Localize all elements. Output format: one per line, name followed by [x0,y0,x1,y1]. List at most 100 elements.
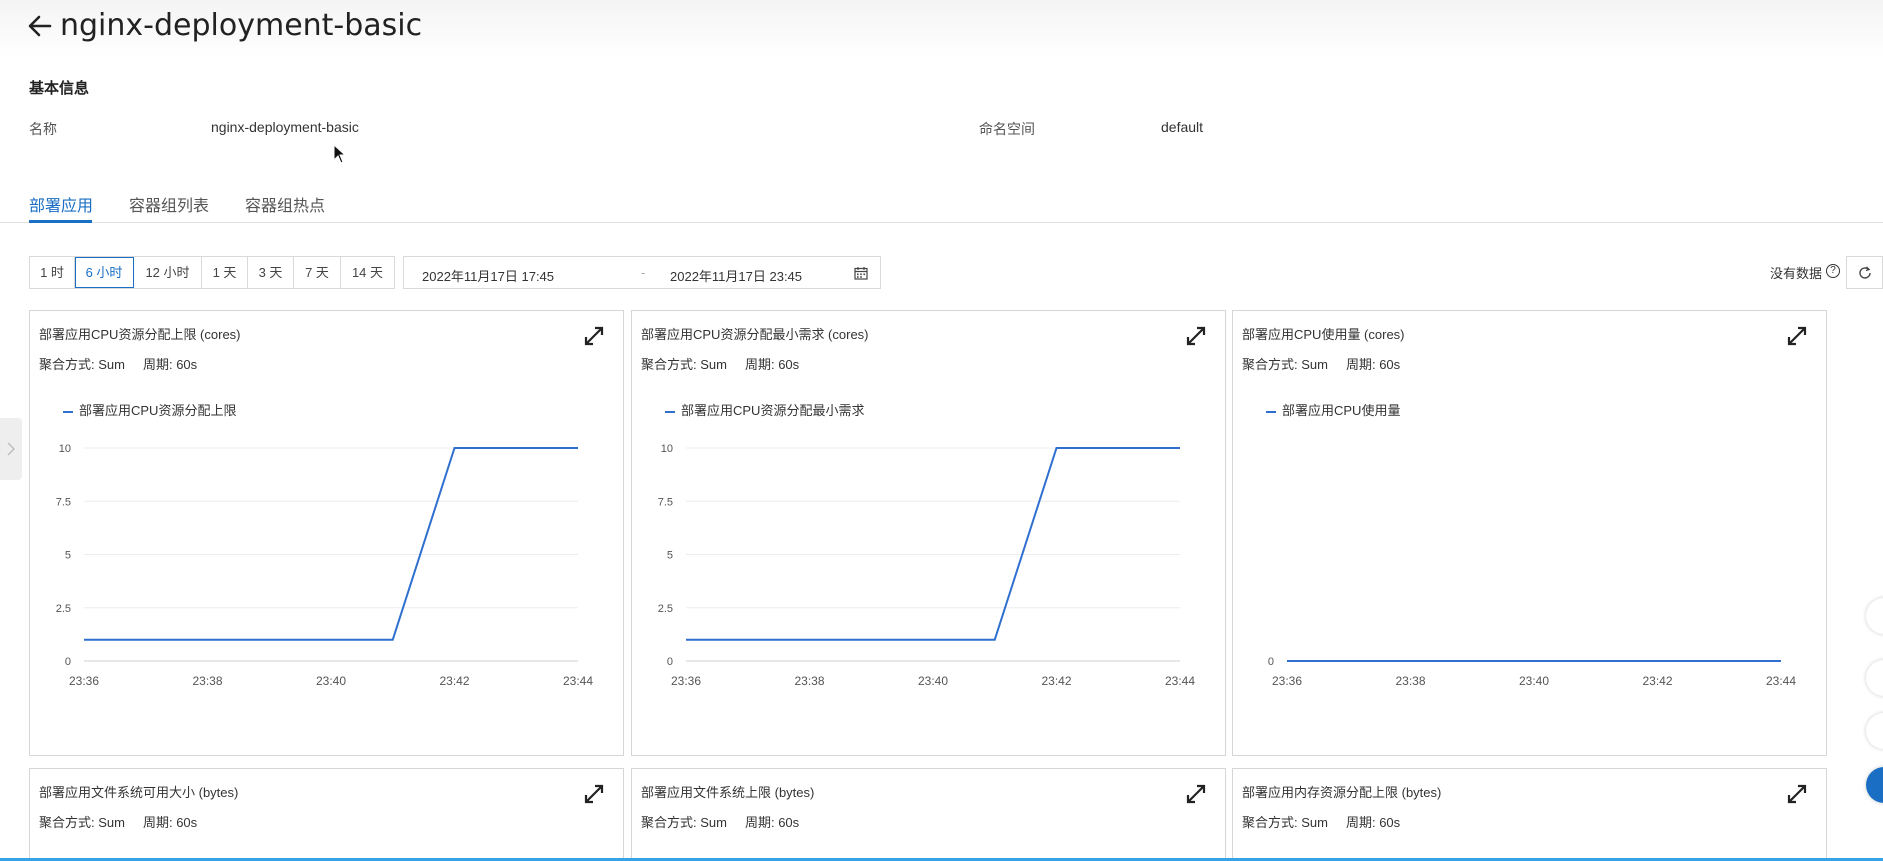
card-subtitle: 聚合方式: Sum 周期: 60s [641,354,817,373]
refresh-button[interactable] [1846,256,1883,289]
date-end[interactable]: 2022年11月17日 23:45 [670,266,802,285]
x-tick-label: 23:42 [1041,674,1071,688]
calendar-icon[interactable] [854,266,868,280]
x-tick-label: 23:38 [794,674,824,688]
y-tick-label: 10 [661,443,673,455]
x-tick-label: 23:40 [918,674,948,688]
range-7d-button[interactable]: 7 天 [294,257,341,288]
card-title: 部署应用CPU使用量 (cores) [1242,327,1405,342]
tab-bar: 部署应用 容器组列表 容器组热点 [0,186,1883,223]
period-label: 周期: 60s [744,815,800,830]
range-12h-button[interactable]: 12 小时 [134,257,202,288]
card-subtitle: 聚合方式: Sum 周期: 60s [39,354,215,373]
aggregation-label: 聚合方式: Sum [39,357,125,372]
page-title: nginx-deployment-basic [60,8,423,43]
chart-legend[interactable]: 部署应用CPU使用量 [1266,400,1400,419]
cpu-request-chart: 10 7.5 5 2.5 0 23:36 23:38 23:40 23:42 23:44 [658,443,1196,688]
aggregation-label: 聚合方式: Sum [1242,815,1328,830]
range-1h-button[interactable]: 1 时 [30,257,75,288]
expand-icon[interactable] [583,325,605,347]
range-1d-button[interactable]: 1 天 [202,257,248,288]
card-title: 部署应用文件系统上限 (bytes) [641,785,815,800]
tab-pod-list[interactable]: 容器组列表 [129,192,209,216]
y-tick-label: 5 [65,550,71,562]
float-button-active[interactable] [1866,767,1883,803]
chart-card-cpu-request: 部署应用CPU资源分配最小需求 (cores) 聚合方式: Sum 周期: 60s… [631,310,1226,756]
chart-card-cpu-usage: 部署应用CPU使用量 (cores) 聚合方式: Sum 周期: 60s 部署应用… [1232,310,1827,756]
card-subtitle: 聚合方式: Sum 周期: 60s [641,812,817,831]
legend-label: 部署应用CPU资源分配上限 [79,403,237,418]
x-tick-label: 23:38 [1395,674,1425,688]
range-14d-button[interactable]: 14 天 [341,257,394,288]
float-button-2[interactable] [1866,660,1883,696]
namespace-label: 命名空间 [979,121,1035,137]
x-tick-label: 23:44 [1165,674,1195,688]
expand-icon[interactable] [583,783,605,805]
y-tick-label: 10 [59,443,71,455]
x-tick-label: 23:42 [1642,674,1672,688]
cpu-usage-chart: 0 23:36 23:38 23:40 23:42 23:44 [1268,656,1796,688]
name-label: 名称 [29,121,57,137]
y-tick-label: 2.5 [658,603,673,615]
x-tick-label: 23:38 [192,674,222,688]
y-tick-label: 0 [65,656,71,668]
legend-swatch [63,410,73,413]
expand-icon[interactable] [1185,783,1207,805]
date-separator: - [641,265,646,280]
chevron-right-icon [7,442,15,456]
period-label: 周期: 60s [142,815,198,830]
x-tick-label: 23:44 [563,674,593,688]
page-header: nginx-deployment-basic [0,0,1883,58]
help-icon[interactable]: ? [1826,264,1840,278]
period-label: 周期: 60s [744,357,800,372]
card-subtitle: 聚合方式: Sum 周期: 60s [1242,354,1418,373]
range-3d-button[interactable]: 3 天 [248,257,294,288]
expand-icon[interactable] [1786,783,1808,805]
x-tick-label: 23:40 [1519,674,1549,688]
chart-legend[interactable]: 部署应用CPU资源分配最小需求 [665,400,864,419]
expand-icon[interactable] [1185,325,1207,347]
tab-deployment[interactable]: 部署应用 [29,192,93,216]
x-tick-label: 23:40 [316,674,346,688]
date-range-picker[interactable]: 2022年11月17日 17:45 - 2022年11月17日 23:45 [403,256,881,289]
cpu-limit-chart: 10 7.5 5 2.5 0 23:36 23:38 23:40 23:42 23:44 [56,443,594,688]
namespace-value: default [1161,119,1204,135]
y-tick-label: 0 [1268,656,1274,668]
sidebar-toggle[interactable] [0,418,22,480]
x-tick-label: 23:36 [671,674,701,688]
legend-swatch [1266,410,1276,413]
card-title: 部署应用内存资源分配上限 (bytes) [1242,785,1442,800]
float-button-3[interactable] [1866,713,1883,749]
tab-pod-hotspot[interactable]: 容器组热点 [245,192,325,216]
y-tick-label: 7.5 [658,496,673,508]
float-button-1[interactable] [1866,598,1883,634]
chart-card-fs-available: 部署应用文件系统可用大小 (bytes) 聚合方式: Sum 周期: 60s [29,768,624,861]
date-start[interactable]: 2022年11月17日 17:45 [422,266,554,285]
cursor-icon [333,144,347,164]
legend-label: 部署应用CPU资源分配最小需求 [681,403,865,418]
period-label: 周期: 60s [1345,357,1401,372]
chart-legend[interactable]: 部署应用CPU资源分配上限 [63,400,236,419]
name-value: nginx-deployment-basic [211,119,359,135]
legend-swatch [665,410,675,413]
x-tick-label: 23:36 [69,674,99,688]
range-6h-button[interactable]: 6 小时 [75,257,134,288]
card-title: 部署应用文件系统可用大小 (bytes) [39,785,239,800]
card-subtitle: 聚合方式: Sum 周期: 60s [1242,812,1418,831]
card-subtitle: 聚合方式: Sum 周期: 60s [39,812,215,831]
aggregation-label: 聚合方式: Sum [39,815,125,830]
period-label: 周期: 60s [142,357,198,372]
time-range-group: 1 时 6 小时 12 小时 1 天 3 天 7 天 14 天 [29,256,395,289]
basic-info-title: 基本信息 [29,80,90,97]
y-tick-label: 7.5 [56,496,71,508]
back-arrow-icon[interactable] [26,12,54,40]
chart-card-fs-limit: 部署应用文件系统上限 (bytes) 聚合方式: Sum 周期: 60s [631,768,1226,861]
x-tick-label: 23:36 [1272,674,1302,688]
expand-icon[interactable] [1786,325,1808,347]
active-tab-indicator [29,220,92,223]
aggregation-label: 聚合方式: Sum [641,815,727,830]
legend-label: 部署应用CPU使用量 [1282,403,1401,418]
series-line [84,447,578,641]
no-data-label: 没有数据 [1770,266,1823,281]
chart-card-cpu-limit: 部署应用CPU资源分配上限 (cores) 聚合方式: Sum 周期: 60s 部… [29,310,624,756]
